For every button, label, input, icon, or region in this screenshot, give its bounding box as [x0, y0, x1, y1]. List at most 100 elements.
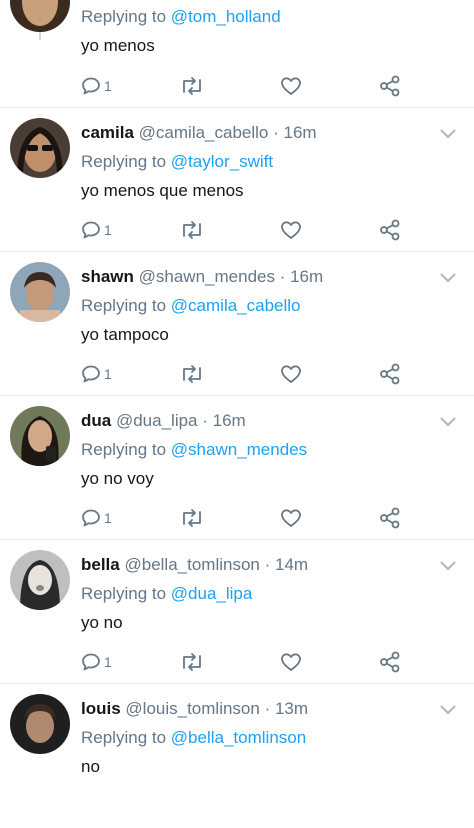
- display-name[interactable]: shawn: [81, 267, 134, 286]
- retweet-button[interactable]: [180, 218, 204, 242]
- user-handle[interactable]: @camila_cabello: [139, 123, 269, 142]
- avatar[interactable]: [10, 550, 70, 610]
- reply-icon: [82, 509, 100, 527]
- replying-to-line: Replying to @taylor_swift: [81, 151, 434, 173]
- display-name[interactable]: camila: [81, 123, 134, 142]
- tweet-header: shawn @shawn_mendes · 16m: [81, 266, 434, 288]
- user-handle[interactable]: @dua_lipa: [116, 411, 198, 430]
- replying-to-label: Replying to: [81, 728, 167, 747]
- reply-button[interactable]: 1: [81, 74, 112, 98]
- chevron-down-icon[interactable]: [440, 129, 456, 139]
- retweet-icon: [183, 77, 201, 95]
- like-button[interactable]: [280, 362, 302, 386]
- retweet-button[interactable]: [180, 74, 204, 98]
- replying-to-line: Replying to @bella_tomlinson: [81, 727, 434, 749]
- tweet-time: · 16m: [279, 267, 324, 286]
- reply-button[interactable]: 1: [81, 650, 112, 674]
- tweet-time: · 16m: [273, 123, 317, 142]
- replying-to-label: Replying to: [81, 440, 167, 459]
- replying-to-handle-link[interactable]: @shawn_mendes: [171, 440, 307, 459]
- tweet[interactable]: shawn @shawn_mendes · 16m Replying to @c…: [0, 252, 474, 396]
- tweet-time: · 13m: [264, 699, 309, 718]
- replying-to-label: Replying to: [81, 152, 167, 171]
- heart-icon: [281, 653, 301, 671]
- avatar[interactable]: [10, 118, 70, 178]
- share-icon: [380, 219, 400, 241]
- tweet-text: yo menos que menos: [81, 181, 244, 200]
- chevron-down-icon[interactable]: [440, 705, 456, 715]
- replying-to-handle-link[interactable]: @taylor_swift: [171, 152, 273, 171]
- tweet[interactable]: dua @dua_lipa · 16m Replying to @shawn_m…: [0, 396, 474, 540]
- replying-to-label: Replying to: [81, 584, 167, 603]
- reply-icon: [82, 221, 100, 239]
- display-name[interactable]: bella: [81, 555, 120, 574]
- like-button[interactable]: [280, 650, 302, 674]
- replying-to-handle-link[interactable]: @tom_holland: [171, 7, 281, 26]
- user-handle[interactable]: @shawn_mendes: [139, 267, 275, 286]
- tweet[interactable]: louis @louis_tomlinson · 13m Replying to…: [0, 684, 474, 828]
- share-button[interactable]: [379, 362, 401, 386]
- chevron-down-icon[interactable]: [440, 273, 456, 283]
- share-button[interactable]: [379, 218, 401, 242]
- tweet-header: camila @camila_cabello · 16m: [81, 122, 434, 144]
- tweet-time: · 16m: [202, 411, 246, 430]
- like-button[interactable]: [280, 506, 302, 530]
- share-icon: [380, 651, 400, 673]
- display-name[interactable]: louis: [81, 699, 121, 718]
- replying-to-line: Replying to @shawn_mendes: [81, 439, 434, 461]
- heart-icon: [281, 365, 301, 383]
- tweet-header: bella @bella_tomlinson · 14m: [81, 554, 434, 576]
- tweet-text: yo no: [81, 613, 123, 632]
- like-button[interactable]: [280, 218, 302, 242]
- retweet-button[interactable]: [180, 506, 204, 530]
- tweet-header: louis @louis_tomlinson · 13m: [81, 698, 434, 720]
- avatar[interactable]: [10, 262, 70, 322]
- replying-to-label: Replying to: [81, 7, 167, 26]
- tweet[interactable]: bella @bella_tomlinson · 14m Replying to…: [0, 540, 474, 684]
- reply-count: 1: [104, 366, 112, 382]
- share-icon: [380, 75, 400, 97]
- user-handle[interactable]: @louis_tomlinson: [125, 699, 259, 718]
- share-icon: [380, 363, 400, 385]
- share-icon: [380, 507, 400, 529]
- share-button[interactable]: [379, 650, 401, 674]
- avatar[interactable]: [10, 0, 70, 32]
- user-handle[interactable]: @bella_tomlinson: [124, 555, 259, 574]
- tweet-top[interactable]: Replying to @tom_holland yo menos 1: [0, 0, 474, 116]
- retweet-icon: [183, 509, 201, 527]
- replying-to-handle-link[interactable]: @dua_lipa: [171, 584, 253, 603]
- replying-to-handle-link[interactable]: @camila_cabello: [171, 296, 301, 315]
- retweet-button[interactable]: [180, 362, 204, 386]
- share-button[interactable]: [379, 74, 401, 98]
- tweet-text: yo menos: [81, 36, 155, 55]
- replying-to-line: Replying to @camila_cabello: [81, 295, 434, 317]
- replying-to-line: Replying to @dua_lipa: [81, 583, 434, 605]
- tweet-text: yo tampoco: [81, 325, 169, 344]
- reply-count: 1: [104, 510, 112, 526]
- reply-count: 1: [104, 222, 112, 238]
- avatar[interactable]: [10, 694, 70, 754]
- tweet-text: no: [81, 757, 100, 776]
- tweet-header: dua @dua_lipa · 16m: [81, 410, 434, 432]
- chevron-down-icon[interactable]: [440, 561, 456, 571]
- reply-button[interactable]: 1: [81, 362, 112, 386]
- share-button[interactable]: [379, 506, 401, 530]
- replying-to-line: Replying to @tom_holland: [81, 6, 434, 28]
- like-button[interactable]: [280, 74, 302, 98]
- retweet-icon: [183, 365, 201, 383]
- reply-button[interactable]: 1: [81, 506, 112, 530]
- avatar[interactable]: [10, 406, 70, 466]
- display-name[interactable]: dua: [81, 411, 111, 430]
- retweet-button[interactable]: [180, 650, 204, 674]
- reply-button[interactable]: 1: [81, 218, 112, 242]
- retweet-icon: [183, 653, 201, 671]
- replying-to-label: Replying to: [81, 296, 167, 315]
- chevron-down-icon[interactable]: [440, 417, 456, 427]
- tweet-time: · 14m: [264, 555, 309, 574]
- tweet[interactable]: camila @camila_cabello · 16m Replying to…: [0, 108, 474, 252]
- reply-count: 1: [104, 654, 112, 670]
- tweet-text: yo no voy: [81, 469, 154, 488]
- replying-to-handle-link[interactable]: @bella_tomlinson: [171, 728, 306, 747]
- reply-count: 1: [104, 78, 112, 94]
- reply-icon: [82, 653, 100, 671]
